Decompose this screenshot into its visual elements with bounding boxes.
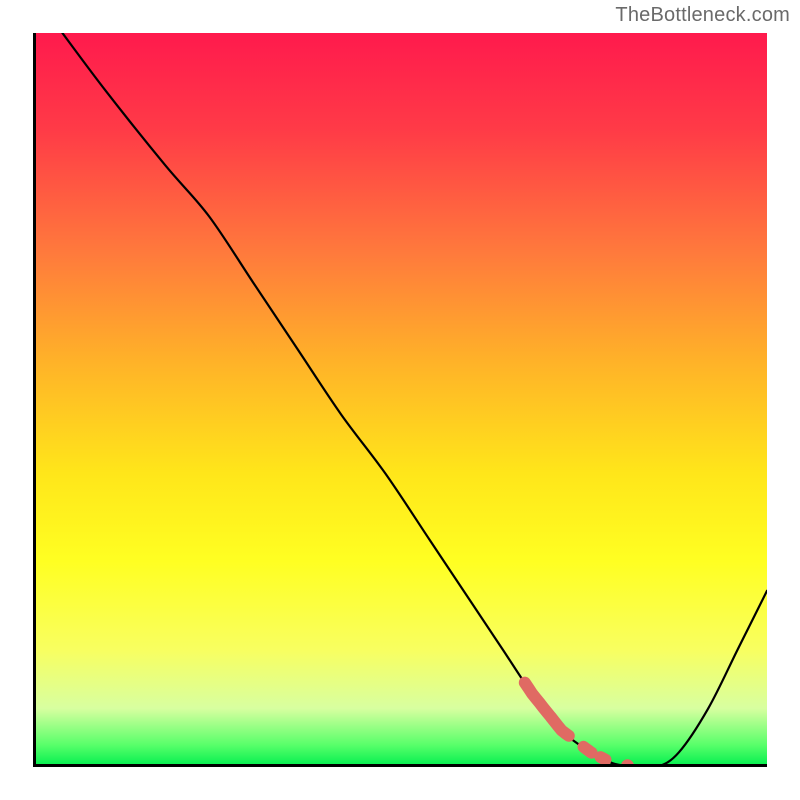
chart-container: TheBottleneck.com <box>0 0 800 800</box>
bottleneck-curve <box>62 33 767 767</box>
attribution-label: TheBottleneck.com <box>615 4 790 27</box>
plot-area <box>33 33 767 767</box>
chart-overlay <box>33 33 767 767</box>
optimal-zone-highlight <box>525 683 634 767</box>
